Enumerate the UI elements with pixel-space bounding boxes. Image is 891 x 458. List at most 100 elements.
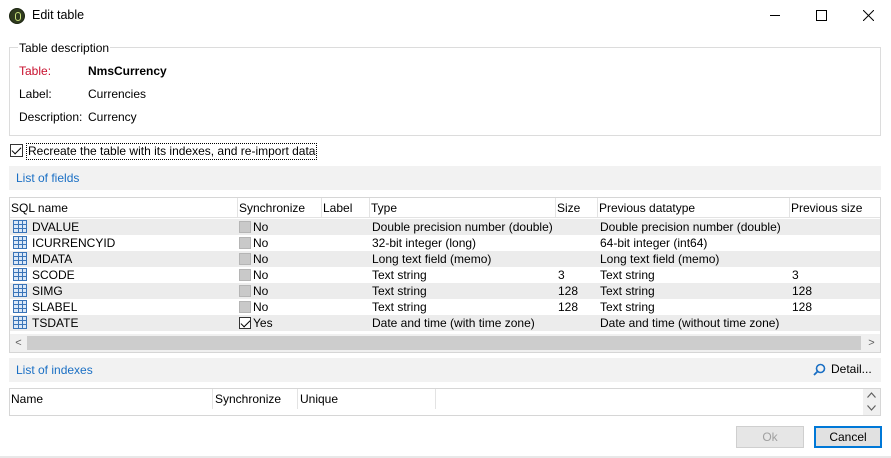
indexes-vertical-scrollbar[interactable]	[863, 389, 880, 415]
scroll-up-arrow-icon[interactable]	[867, 392, 876, 398]
field-previous-datatype: Long text field (memo)	[600, 252, 720, 266]
description-value: Currency	[88, 110, 137, 124]
table-icon	[13, 284, 27, 297]
detail-button[interactable]: Detail...	[813, 362, 872, 376]
table-description-legend: Table description	[18, 41, 111, 55]
field-row[interactable]: ICURRENCYID No 32-bit integer (long) 64-bit…	[10, 235, 880, 251]
field-synchronize-label: No	[253, 236, 269, 250]
fields-table[interactable]: SQL name Synchronize Label Type Size Pre…	[9, 197, 881, 353]
search-icon	[813, 363, 826, 376]
minimize-button[interactable]	[752, 0, 798, 31]
column-header-synchronize[interactable]: Synchronize	[239, 201, 305, 215]
field-row[interactable]: DVALUE No Double precision number (double)…	[10, 219, 880, 235]
close-button[interactable]	[845, 0, 891, 31]
field-previous-datatype: Date and time (without time zone)	[600, 316, 780, 330]
column-header-previous-datatype[interactable]: Previous datatype	[599, 201, 695, 215]
column-header-type[interactable]: Type	[371, 201, 397, 215]
indexes-section-header: List of indexes	[9, 358, 881, 382]
field-sql-name: SIMG	[32, 284, 63, 298]
field-previous-datatype: Double precision number (double)	[600, 220, 781, 234]
field-row[interactable]: SLABEL No Text string 128 Text string 128	[10, 299, 880, 315]
scroll-left-arrow[interactable]: <	[10, 334, 27, 352]
synchronize-checkbox[interactable]	[239, 301, 251, 313]
synchronize-checkbox[interactable]	[239, 237, 251, 249]
scroll-down-arrow-icon[interactable]	[867, 405, 876, 411]
field-row[interactable]: MDATA No Long text field (memo) Long text f…	[10, 251, 880, 267]
indexes-table[interactable]: Name Synchronize Unique	[9, 388, 881, 416]
table-icon	[13, 300, 27, 313]
table-icon	[13, 316, 27, 329]
field-previous-datatype: 64-bit integer (int64)	[600, 236, 708, 250]
field-synchronize-label: No	[253, 300, 269, 314]
field-type: Text string	[372, 300, 427, 314]
field-size: 128	[558, 300, 579, 314]
label-value: Currencies	[88, 87, 147, 101]
table-icon	[13, 236, 27, 249]
synchronize-checkbox[interactable]	[239, 221, 251, 233]
field-synchronize-label: No	[253, 284, 269, 298]
field-synchronize-label: Yes	[253, 316, 273, 330]
synchronize-checkbox[interactable]	[239, 253, 251, 265]
scrollbar-thumb[interactable]	[27, 336, 861, 350]
field-synchronize-label: No	[253, 252, 269, 266]
recreate-checkbox[interactable]	[10, 144, 23, 157]
fields-section-header: List of fields	[9, 166, 881, 190]
detail-button-label: Detail...	[831, 362, 872, 376]
column-header-sql-name[interactable]: SQL name	[11, 201, 68, 215]
minimize-icon	[769, 15, 780, 16]
column-header-previous-size[interactable]: Previous size	[791, 201, 862, 215]
cancel-button[interactable]: Cancel	[814, 426, 882, 448]
ok-button[interactable]: Ok	[736, 426, 804, 448]
column-header-size[interactable]: Size	[557, 201, 580, 215]
field-type: Date and time (with time zone)	[372, 316, 535, 330]
synchronize-checkbox[interactable]	[239, 269, 251, 281]
field-previous-datatype: Text string	[600, 268, 655, 282]
field-synchronize-label: No	[253, 220, 269, 234]
synchronize-checkbox[interactable]	[239, 285, 251, 297]
field-synchronize-label: No	[253, 268, 269, 282]
window-title: Edit table	[32, 8, 85, 22]
field-row[interactable]: SCODE No Text string 3 Text string 3	[10, 267, 880, 283]
field-row[interactable]: SIMG No Text string 128 Text string 128	[10, 283, 880, 299]
field-sql-name: DVALUE	[32, 220, 80, 234]
fields-section-title[interactable]: List of fields	[16, 171, 79, 185]
maximize-button[interactable]	[798, 0, 844, 31]
index-column-header-unique[interactable]: Unique	[300, 392, 338, 406]
field-type: Text string	[372, 268, 427, 282]
table-name-value: NmsCurrency	[88, 64, 167, 78]
table-label: Table:	[19, 64, 52, 78]
field-previous-size: 128	[792, 300, 813, 314]
table-icon	[13, 252, 27, 265]
field-previous-size: 128	[792, 284, 813, 298]
table-icon	[13, 268, 27, 281]
app-logo-icon	[9, 8, 25, 24]
table-icon	[13, 220, 27, 233]
field-sql-name: SLABEL	[32, 300, 78, 314]
description-label: Description:	[19, 110, 83, 124]
field-type: Long text field (memo)	[372, 252, 492, 266]
field-type: Double precision number (double)	[372, 220, 553, 234]
field-sql-name: MDATA	[32, 252, 73, 266]
field-previous-datatype: Text string	[600, 300, 655, 314]
index-column-header-synchronize[interactable]: Synchronize	[215, 392, 281, 406]
field-size: 3	[558, 268, 565, 282]
maximize-icon	[815, 10, 827, 21]
field-row[interactable]: TSDATE Yes Date and time (with time zone) D…	[10, 315, 880, 331]
index-column-header-name[interactable]: Name	[11, 392, 43, 406]
field-size: 128	[558, 284, 579, 298]
title-bar: Edit table	[0, 0, 891, 32]
close-icon	[862, 10, 874, 21]
field-sql-name: TSDATE	[32, 316, 79, 330]
scroll-right-arrow[interactable]: >	[863, 334, 880, 352]
field-sql-name: SCODE	[32, 268, 75, 282]
synchronize-checkbox[interactable]	[239, 317, 251, 329]
field-type: Text string	[372, 284, 427, 298]
fields-horizontal-scrollbar[interactable]: < >	[10, 334, 880, 352]
field-previous-size: 3	[792, 268, 799, 282]
label-label: Label:	[19, 87, 52, 101]
field-previous-datatype: Text string	[600, 284, 655, 298]
field-type: 32-bit integer (long)	[372, 236, 477, 250]
indexes-section-title[interactable]: List of indexes	[16, 363, 93, 377]
recreate-checkbox-label[interactable]: Recreate the table with its indexes, and…	[26, 143, 318, 160]
column-header-label[interactable]: Label	[323, 201, 352, 215]
